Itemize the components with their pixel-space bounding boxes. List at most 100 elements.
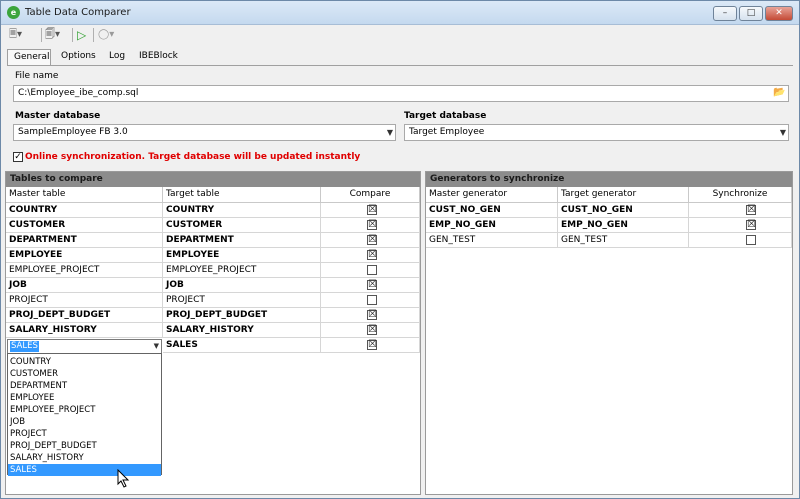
master-table-combo[interactable]: SALES ▼ (7, 339, 162, 354)
toolbar-separator (72, 28, 73, 42)
dropdown-option[interactable]: EMPLOYEE (8, 392, 161, 404)
master-table-cell[interactable]: JOB (6, 278, 163, 293)
master-table-cell[interactable]: DEPARTMENT (6, 233, 163, 248)
compare-checkbox[interactable]: ☒ (367, 205, 377, 215)
toolbar-separator (41, 28, 42, 42)
target-generator-cell[interactable]: GEN_TEST (558, 233, 689, 248)
target-table-cell[interactable]: CUSTOMER (163, 218, 321, 233)
compare-header[interactable]: Compare (321, 187, 420, 203)
master-table-cell[interactable]: PROJ_DEPT_BUDGET (6, 308, 163, 323)
compare-cell: ☒ (321, 218, 420, 233)
folder-open-icon[interactable]: 📂 (773, 87, 786, 99)
compare-checkbox[interactable] (367, 295, 377, 305)
compare-cell (321, 263, 420, 278)
compare-checkbox[interactable]: ☒ (367, 280, 377, 290)
target-database-select[interactable]: Target Employee ▼ (404, 124, 789, 141)
chevron-down-icon: ▼ (779, 128, 786, 137)
master-table-cell[interactable]: COUNTRY (6, 203, 163, 218)
compare-checkbox[interactable] (367, 265, 377, 275)
compare-cell: ☒ (321, 338, 420, 353)
chevron-down-icon: ▼ (386, 128, 393, 137)
target-table-cell[interactable]: PROJ_DEPT_BUDGET (163, 308, 321, 323)
master-table-cell[interactable]: EMPLOYEE_PROJECT (6, 263, 163, 278)
title-bar: e Table Data Comparer – □ ✕ (1, 1, 799, 25)
tab-options[interactable]: Options (55, 49, 102, 65)
dropdown-option[interactable]: JOB (8, 416, 161, 428)
file-name-input[interactable]: C:\Employee_ibe_comp.sql 📂 (13, 85, 789, 102)
target-generator-cell[interactable]: EMP_NO_GEN (558, 218, 689, 233)
target-table-cell[interactable]: PROJECT (163, 293, 321, 308)
tab-divider (7, 65, 793, 66)
synchronize-header[interactable]: Synchronize (689, 187, 792, 203)
target-table-cell[interactable]: COUNTRY (163, 203, 321, 218)
master-table-combo-value: SALES (10, 341, 39, 352)
save-project-icon[interactable]: 🗐▾ (45, 27, 60, 43)
synchronize-checkbox[interactable]: ☒ (746, 220, 756, 230)
maximize-button[interactable]: □ (739, 6, 763, 21)
target-database-label: Target database (404, 111, 487, 121)
compare-checkbox[interactable]: ☒ (367, 340, 377, 350)
minimize-button[interactable]: – (713, 6, 737, 21)
dropdown-option[interactable]: SALARY_HISTORY (8, 452, 161, 464)
target-table-cell[interactable]: SALES (163, 338, 321, 353)
master-database-select[interactable]: SampleEmployee FB 3.0 ▼ (13, 124, 396, 141)
chevron-down-icon[interactable]: ▼ (154, 342, 159, 350)
synchronize-cell: ☒ (689, 218, 792, 233)
stop-icon[interactable]: ◯▾ (98, 27, 114, 43)
dropdown-option-selected[interactable]: SALES (8, 464, 161, 476)
target-generator-cell[interactable]: CUST_NO_GEN (558, 203, 689, 218)
online-sync-checkbox[interactable]: ✓ (13, 152, 23, 162)
master-table-dropdown-list: COUNTRY CUSTOMER DEPARTMENT EMPLOYEE EMP… (7, 353, 162, 476)
open-project-icon[interactable]: 🗏▾ (9, 27, 22, 43)
file-name-label: File name (15, 71, 59, 81)
compare-cell: ☒ (321, 323, 420, 338)
play-icon[interactable]: ▷ (77, 27, 86, 43)
target-table-cell[interactable]: EMPLOYEE_PROJECT (163, 263, 321, 278)
dropdown-option[interactable]: COUNTRY (8, 356, 161, 368)
master-generator-cell[interactable]: CUST_NO_GEN (426, 203, 558, 218)
compare-checkbox[interactable]: ☒ (367, 235, 377, 245)
target-table-cell[interactable]: DEPARTMENT (163, 233, 321, 248)
master-generator-cell[interactable]: EMP_NO_GEN (426, 218, 558, 233)
dropdown-option[interactable]: PROJECT (8, 428, 161, 440)
target-table-cell[interactable]: JOB (163, 278, 321, 293)
compare-cell (321, 293, 420, 308)
compare-cell: ☒ (321, 233, 420, 248)
master-generator-cell[interactable]: GEN_TEST (426, 233, 558, 248)
compare-cell: ☒ (321, 203, 420, 218)
synchronize-checkbox[interactable]: ☒ (746, 205, 756, 215)
compare-checkbox[interactable]: ☒ (367, 310, 377, 320)
tab-log[interactable]: Log (103, 49, 131, 65)
compare-checkbox[interactable]: ☒ (367, 250, 377, 260)
synchronize-cell (689, 233, 792, 248)
window-title: Table Data Comparer (25, 7, 131, 18)
target-generator-header[interactable]: Target generator (558, 187, 689, 203)
master-generator-header[interactable]: Master generator (426, 187, 558, 203)
master-table-cell[interactable]: EMPLOYEE (6, 248, 163, 263)
master-database-value: SampleEmployee FB 3.0 (18, 127, 128, 137)
dropdown-option[interactable]: CUSTOMER (8, 368, 161, 380)
tab-general[interactable]: General (7, 49, 51, 65)
generators-panel-title: Generators to synchronize (426, 172, 792, 187)
master-table-cell[interactable]: CUSTOMER (6, 218, 163, 233)
master-table-cell[interactable]: SALARY_HISTORY (6, 323, 163, 338)
toolbar-separator (93, 28, 94, 42)
close-button[interactable]: ✕ (765, 6, 793, 21)
compare-checkbox[interactable]: ☒ (367, 220, 377, 230)
target-table-header[interactable]: Target table (163, 187, 321, 203)
mouse-cursor-icon (117, 469, 130, 488)
tab-ibeblock[interactable]: IBEBlock (133, 49, 184, 65)
dropdown-option[interactable]: PROJ_DEPT_BUDGET (8, 440, 161, 452)
master-table-cell[interactable]: PROJECT (6, 293, 163, 308)
target-table-cell[interactable]: EMPLOYEE (163, 248, 321, 263)
target-table-cell[interactable]: SALARY_HISTORY (163, 323, 321, 338)
compare-checkbox[interactable]: ☒ (367, 325, 377, 335)
dropdown-option[interactable]: EMPLOYEE_PROJECT (8, 404, 161, 416)
compare-cell: ☒ (321, 278, 420, 293)
dropdown-option[interactable]: DEPARTMENT (8, 380, 161, 392)
synchronize-cell: ☒ (689, 203, 792, 218)
synchronize-checkbox[interactable] (746, 235, 756, 245)
master-database-label: Master database (15, 111, 101, 121)
master-table-header[interactable]: Master table (6, 187, 163, 203)
table-data-comparer-window: e Table Data Comparer – □ ✕ 🗏▾ 🗐▾ ▷ ◯▾ G… (0, 0, 800, 499)
